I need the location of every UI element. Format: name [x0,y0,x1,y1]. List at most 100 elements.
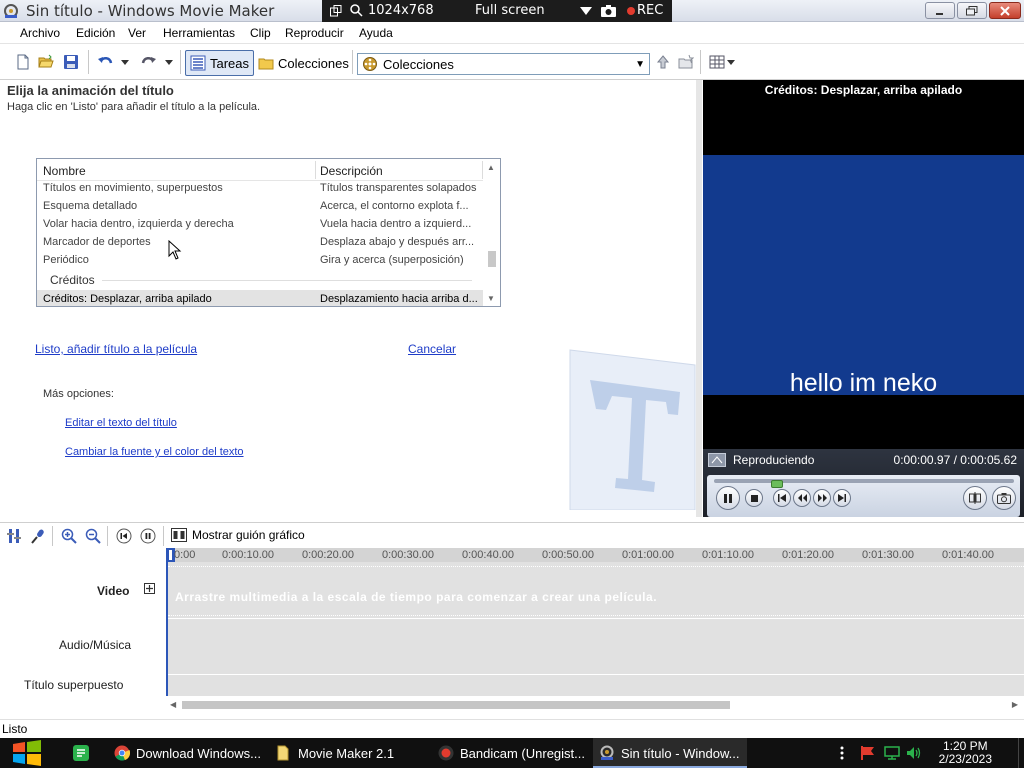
pane-splitter[interactable] [696,80,702,517]
ruler-tick: 0:01:00.00 [622,549,674,561]
menu-edicion[interactable]: Edición [76,26,115,40]
tasks-label: Tareas [210,55,250,71]
skip-forward-icon [838,494,846,502]
timeline-tracks[interactable]: Arrastre multimedia a la escala de tiemp… [166,562,1024,696]
window-mode-icon[interactable] [330,5,342,17]
video-track-hint: Arrastre multimedia a la escala de tiemp… [175,590,658,604]
open-folder-icon[interactable] [38,54,54,70]
restore-button[interactable] [957,2,987,19]
menu-reproducir[interactable]: Reproducir [285,26,344,40]
new-file-icon[interactable] [15,54,31,70]
step-back-button[interactable] [793,489,811,507]
menu-ayuda[interactable]: Ayuda [359,26,393,40]
ruler-tick: 0:01:10.00 [702,549,754,561]
toolbar-separator [700,50,701,74]
list-item[interactable]: Títulos en movimiento, superpuestos Títu… [37,179,484,197]
save-icon[interactable] [63,54,79,70]
list-item[interactable]: Marcador de deportes Desplaza abajo y de… [37,233,484,251]
edit-title-text-link[interactable]: Editar el texto del título [65,417,177,429]
seek-bar[interactable] [714,479,1014,488]
close-icon [1000,5,1010,16]
title-animation-list[interactable]: Nombre Descripción Títulos en movimiento… [36,158,501,307]
done-add-title-link[interactable]: Listo, añadir título a la película [35,342,197,356]
undo-icon[interactable] [97,54,113,70]
tasks-button[interactable]: Tareas [185,50,255,76]
set-audio-levels-icon[interactable] [6,528,22,544]
menu-ver[interactable]: Ver [128,26,146,40]
collections-combo[interactable]: Colecciones ▼ [357,53,650,75]
rewind-timeline-icon[interactable] [116,528,132,544]
list-item[interactable]: Periódico Gira y acerca (superposición) [37,251,484,269]
network-icon[interactable] [884,746,900,760]
change-font-color-link[interactable]: Cambiar la fuente y el color del texto [65,446,244,458]
chevron-down-icon[interactable] [580,7,592,15]
audio-track[interactable] [168,618,1024,672]
more-tray-icon[interactable] [840,746,844,760]
pause-timeline-icon[interactable] [140,528,156,544]
show-storyboard-button[interactable]: Mostrar guión gráfico [171,528,305,542]
title-overlay-track[interactable] [168,674,1024,696]
menu-herramientas[interactable]: Herramientas [163,26,235,40]
up-one-level-icon[interactable] [655,54,671,70]
take-picture-button[interactable] [992,486,1016,510]
zoom-out-icon[interactable] [85,528,101,544]
list-item-description: Títulos transparentes solapados [320,182,477,194]
close-button[interactable] [989,2,1021,19]
expand-video-track-button[interactable] [144,583,155,594]
new-collection-folder-icon[interactable] [678,54,694,70]
chrome-icon [114,745,130,761]
taskbar-item[interactable]: Bandicam (Unregist... [432,738,586,768]
video-track[interactable]: Arrastre multimedia a la escala de tiemp… [168,566,1024,616]
stop-button[interactable] [745,489,763,507]
list-group-header: Créditos [50,273,95,287]
toolbar-separator [352,50,353,74]
clock[interactable]: 1:20 PM 2/23/2023 [939,740,992,766]
restore-icon [966,5,978,15]
scroll-left-icon[interactable]: ◀ [170,700,176,709]
camera-icon[interactable] [601,5,616,17]
scroll-right-icon[interactable]: ▶ [1012,700,1018,709]
menu-clip[interactable]: Clip [250,26,271,40]
list-item-selected[interactable]: Créditos: Desplazar, arriba apilado Desp… [37,290,484,306]
list-item[interactable]: Esquema detallado Acerca, el contorno ex… [37,197,484,215]
column-header-name[interactable]: Nombre [43,164,86,178]
chevron-down-icon[interactable]: ▼ [635,59,645,70]
cancel-link[interactable]: Cancelar [408,342,456,356]
scroll-down-icon[interactable]: ▼ [487,294,495,303]
next-frame-button[interactable] [833,489,851,507]
recorder-mode[interactable]: Full screen [475,3,545,18]
record-button[interactable]: REC [637,3,663,18]
taskbar-item[interactable]: Movie Maker 2.1 [270,738,424,768]
taskbar-item[interactable]: Download Windows... [108,738,262,768]
scroll-thumb[interactable] [182,701,730,709]
undo-dropdown-icon[interactable] [121,60,129,65]
views-dropdown-icon[interactable] [727,60,735,65]
start-button[interactable] [0,738,54,768]
timeline-scrollbar[interactable]: ◀ ▶ [166,698,1024,713]
split-clip-button[interactable] [963,486,987,510]
step-forward-button[interactable] [813,489,831,507]
show-desktop-button[interactable] [1018,738,1024,768]
previous-frame-button[interactable] [773,489,791,507]
list-scrollbar[interactable]: ▲ ▼ [483,159,500,306]
zoom-in-icon[interactable] [61,528,77,544]
minimize-button[interactable] [925,2,955,19]
collections-button[interactable]: Colecciones [254,50,353,76]
taskbar-item-active[interactable]: Sin título - Window... [593,738,747,768]
pause-button[interactable] [716,486,740,510]
timeline-ruler[interactable]: 0:00 0:00:10.00 0:00:20.00 0:00:30.00 0:… [166,548,1024,562]
scroll-thumb[interactable] [488,251,496,267]
scroll-up-icon[interactable]: ▲ [487,163,495,172]
menu-archivo[interactable]: Archivo [20,26,60,40]
search-icon[interactable] [350,4,363,17]
flag-icon[interactable] [860,746,876,760]
column-header-description[interactable]: Descripción [320,164,383,178]
feedly-icon[interactable] [73,745,89,761]
volume-icon[interactable] [906,746,922,760]
views-icon[interactable] [709,54,725,70]
list-item[interactable]: Volar hacia dentro, izquierda y derecha … [37,215,484,233]
redo-icon[interactable] [141,54,157,70]
narrate-microphone-icon[interactable] [30,528,46,544]
redo-dropdown-icon[interactable] [165,60,173,65]
seek-thumb[interactable] [771,480,783,488]
